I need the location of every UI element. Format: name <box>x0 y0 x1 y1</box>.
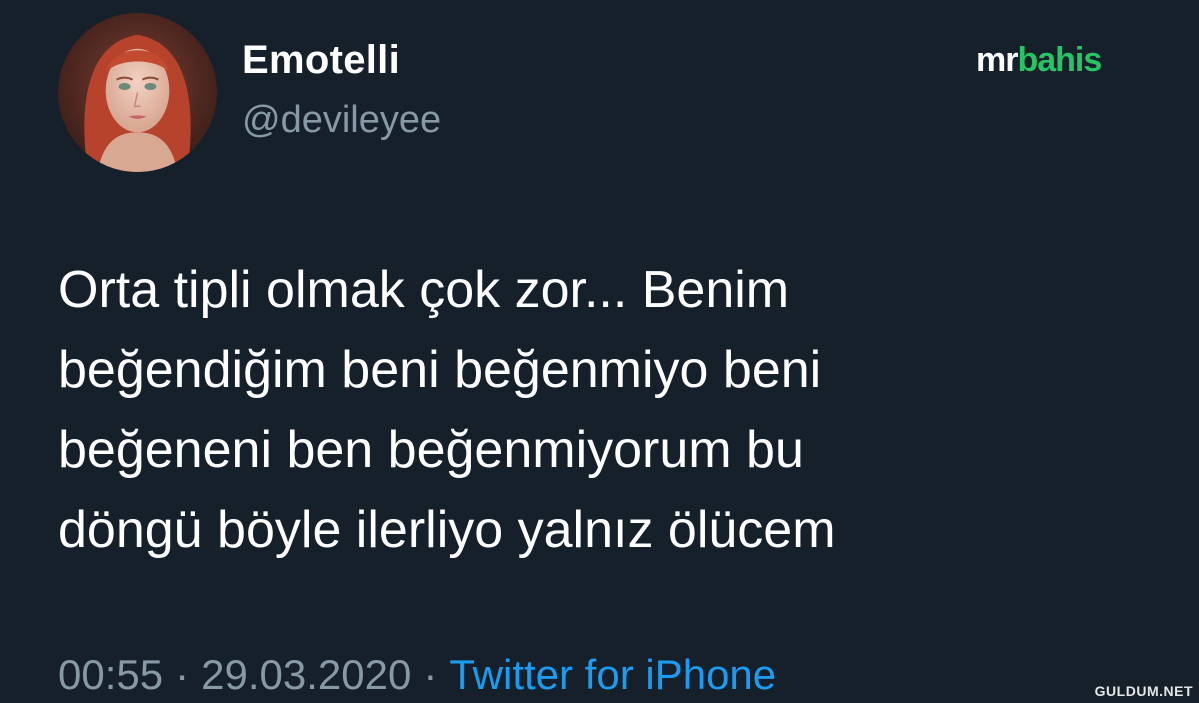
tweet-date[interactable]: 29.03.2020 <box>201 651 411 698</box>
tweet-text: Orta tipli olmak çok zor... Benim beğend… <box>58 250 1158 570</box>
tweet-metadata: 00:55 · 29.03.2020 · Twitter for iPhone <box>58 651 776 699</box>
brand-logo-part-b: bahis <box>1017 41 1102 79</box>
tweet-time[interactable]: 00:55 <box>58 651 163 698</box>
meta-separator: · <box>175 651 190 698</box>
tweet-line: beğendiğim beni beğenmiyo beni <box>58 341 822 399</box>
username-handle[interactable]: @devileyee <box>242 99 441 142</box>
brand-logo-part-a: mr <box>976 41 1018 79</box>
site-watermark: GULDUM.NET <box>1094 683 1193 699</box>
tweet-line: döngü böyle ilerliyo yalnız ölücem <box>58 501 836 559</box>
tweet-line: Orta tipli olmak çok zor... Benim <box>58 261 790 319</box>
display-name[interactable]: Emotelli <box>242 38 400 83</box>
avatar[interactable] <box>58 13 217 172</box>
tweet-source-link[interactable]: Twitter for iPhone <box>449 651 776 698</box>
tweet-line: beğeneni ben beğenmiyorum bu <box>58 421 804 479</box>
brand-logo: mrbahis <box>976 41 1102 80</box>
avatar-image <box>58 13 217 172</box>
meta-separator: · <box>423 651 438 698</box>
